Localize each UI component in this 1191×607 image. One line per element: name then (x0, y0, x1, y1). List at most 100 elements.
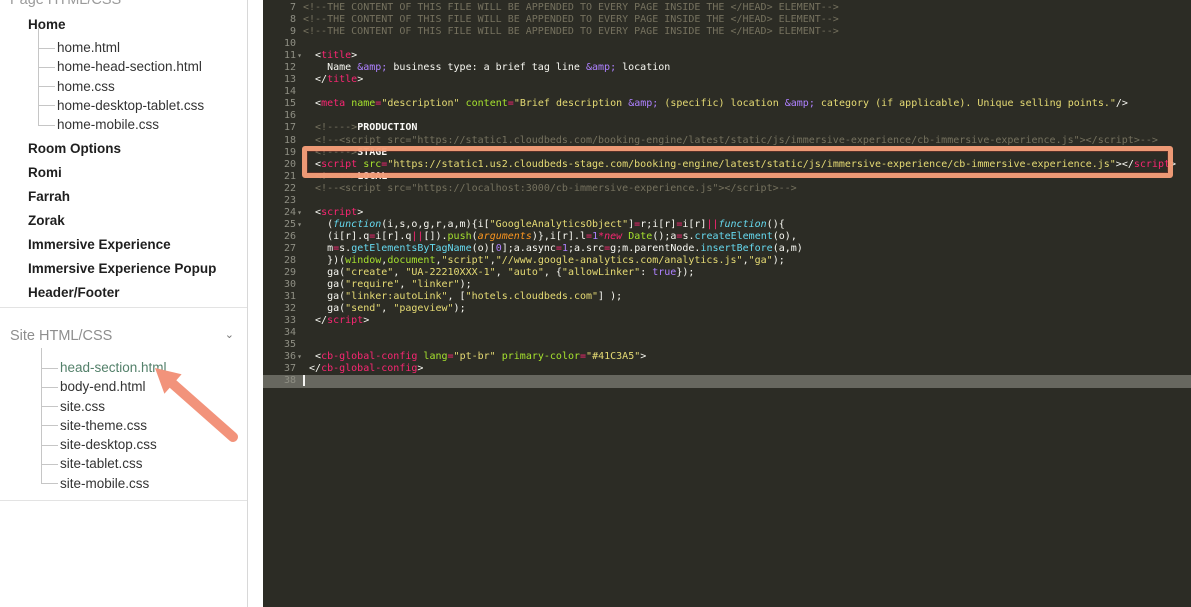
line-number: 29 (263, 267, 296, 279)
line-number: 16 (263, 110, 296, 122)
fold-spacer (296, 315, 303, 327)
code-line-18[interactable]: 18 <!--<script src="https://static1.clou… (263, 135, 1191, 147)
code-line-35[interactable]: 35 (263, 339, 1191, 351)
code-line-15[interactable]: 15 <meta name="description" content="Bri… (263, 98, 1191, 110)
fold-spacer (296, 86, 303, 98)
fold-spacer (296, 2, 303, 14)
code-text: })(window,document,"script","//www.googl… (303, 255, 785, 267)
sidebar-section-farrah[interactable]: Farrah (28, 190, 241, 204)
code-line-12[interactable]: 12 Name &amp; business type: a brief tag… (263, 62, 1191, 74)
sidebar-section-immersive-experience-popup[interactable]: Immersive Experience Popup (28, 262, 241, 276)
code-line-30[interactable]: 30 ga("require", "linker"); (263, 279, 1191, 291)
sidebar-section-romi[interactable]: Romi (28, 166, 241, 180)
fold-spacer (296, 327, 303, 339)
code-text: <!---->PRODUCTION (303, 122, 417, 134)
file-item-site-mobile-css[interactable]: site-mobile.css (60, 474, 167, 493)
code-text: <script src="https://static1.us2.cloudbe… (303, 159, 1176, 171)
code-line-26[interactable]: 26 (i[r].q=i[r].q||[]).push(arguments)},… (263, 231, 1191, 243)
fold-spacer (296, 267, 303, 279)
fold-spacer (296, 14, 303, 26)
file-item-body-end-html[interactable]: body-end.html (60, 377, 167, 396)
code-line-31[interactable]: 31 ga("linker:autoLink", ["hotels.cloudb… (263, 291, 1191, 303)
code-text: Name &amp; business type: a brief tag li… (303, 62, 670, 74)
code-text: <!--<script src="https://static1.cloudbe… (303, 135, 1158, 147)
sidebar-section-zorak[interactable]: Zorak (28, 214, 241, 228)
fold-spacer (296, 303, 303, 315)
fold-spacer (296, 375, 303, 387)
file-item-home-html[interactable]: home.html (57, 38, 241, 57)
line-number: 38 (263, 375, 296, 387)
fold-arrow-icon[interactable]: ▾ (296, 219, 303, 231)
fold-spacer (296, 339, 303, 351)
code-line-17[interactable]: 17 <!---->PRODUCTION (263, 122, 1191, 134)
code-line-29[interactable]: 29 ga("create", "UA-22210XXX-1", "auto",… (263, 267, 1191, 279)
code-line-13[interactable]: 13 </title> (263, 74, 1191, 86)
code-line-16[interactable]: 16 (263, 110, 1191, 122)
code-text: <script> (303, 207, 363, 219)
code-line-8[interactable]: 8<!--THE CONTENT OF THIS FILE WILL BE AP… (263, 14, 1191, 26)
code-line-32[interactable]: 32 ga("send", "pageview"); (263, 303, 1191, 315)
line-number: 7 (263, 2, 296, 14)
sidebar-section-immersive-experience[interactable]: Immersive Experience (28, 238, 241, 252)
code-text: <!---->LOCAL (303, 171, 387, 183)
fold-spacer (296, 231, 303, 243)
site-file-tree: head-section.htmlbody-end.htmlsite.csssi… (60, 358, 167, 493)
sidebar-divider-bottom (0, 500, 247, 501)
line-number: 25 (263, 219, 296, 231)
code-line-37[interactable]: 37 </cb-global-config> (263, 363, 1191, 375)
file-item-head-section-html[interactable]: head-section.html (60, 358, 167, 377)
file-item-home-head-section-html[interactable]: home-head-section.html (57, 57, 241, 76)
code-line-27[interactable]: 27 m=s.getElementsByTagName(o)[0];a.asyn… (263, 243, 1191, 255)
file-item-home-mobile-css[interactable]: home-mobile.css (57, 115, 241, 134)
line-number: 35 (263, 339, 296, 351)
file-item-home-css[interactable]: home.css (57, 77, 241, 96)
line-number: 34 (263, 327, 296, 339)
code-line-24[interactable]: 24▾ <script> (263, 207, 1191, 219)
code-line-23[interactable]: 23 (263, 195, 1191, 207)
code-text: <!--<script src="https://localhost:3000/… (303, 183, 797, 195)
sidebar-section-room-options[interactable]: Room Options (28, 142, 241, 156)
fold-spacer (296, 255, 303, 267)
fold-spacer (296, 98, 303, 110)
line-number: 36 (263, 351, 296, 363)
code-line-9[interactable]: 9<!--THE CONTENT OF THIS FILE WILL BE AP… (263, 26, 1191, 38)
code-line-22[interactable]: 22 <!--<script src="https://localhost:30… (263, 183, 1191, 195)
code-line-10[interactable]: 10 (263, 38, 1191, 50)
line-number: 37 (263, 363, 296, 375)
code-editor[interactable]: 7 <!--THE CONTENT OF THIS FILE WILL BE AP… (263, 0, 1191, 607)
code-line-33[interactable]: 33 </script> (263, 315, 1191, 327)
fold-arrow-icon[interactable]: ▾ (296, 50, 303, 62)
code-text: </script> (303, 315, 369, 327)
code-line-25[interactable]: 25▾ (function(i,s,o,g,r,a,m){i["GoogleAn… (263, 219, 1191, 231)
chevron-down-icon[interactable]: ⌄ (225, 330, 234, 340)
code-lines: 7 <!--THE CONTENT OF THIS FILE WILL BE AP… (263, 2, 1191, 388)
code-line-34[interactable]: 34 (263, 327, 1191, 339)
code-text: ga("require", "linker"); (303, 279, 472, 291)
sidebar-section-home[interactable]: Home (28, 18, 241, 32)
code-line-38[interactable]: 38 (263, 375, 1191, 387)
file-item-site-desktop-css[interactable]: site-desktop.css (60, 435, 167, 454)
code-line-20[interactable]: 20 <script src="https://static1.us2.clou… (263, 159, 1191, 171)
code-text: m=s.getElementsByTagName(o)[0];a.async=1… (303, 243, 803, 255)
file-item-home-desktop-tablet-css[interactable]: home-desktop-tablet.css (57, 96, 241, 115)
fold-arrow-icon[interactable]: ▾ (296, 207, 303, 219)
fold-arrow-icon[interactable]: ▾ (296, 351, 303, 363)
file-item-site-theme-css[interactable]: site-theme.css (60, 416, 167, 435)
code-line-14[interactable]: 14 (263, 86, 1191, 98)
code-line-36[interactable]: 36▾ <cb-global-config lang="pt-br" prima… (263, 351, 1191, 363)
code-line-21[interactable]: 21 <!---->LOCAL (263, 171, 1191, 183)
code-text: <!--THE CONTENT OF THIS FILE WILL BE APP… (303, 14, 839, 26)
line-number: 27 (263, 243, 296, 255)
sidebar-section-header-footer[interactable]: Header/Footer (28, 286, 241, 300)
code-text: <title> (303, 50, 357, 62)
file-item-site-tablet-css[interactable]: site-tablet.css (60, 454, 167, 473)
line-number: 30 (263, 279, 296, 291)
file-item-site-css[interactable]: site.css (60, 397, 167, 416)
code-line-7[interactable]: 7<!--THE CONTENT OF THIS FILE WILL BE AP… (263, 2, 1191, 14)
fold-spacer (296, 74, 303, 86)
line-number: 26 (263, 231, 296, 243)
code-line-11[interactable]: 11▾ <title> (263, 50, 1191, 62)
code-line-19[interactable]: 19 <!---->STAGE (263, 147, 1191, 159)
code-line-28[interactable]: 28 })(window,document,"script","//www.go… (263, 255, 1191, 267)
site-html-css-header[interactable]: Site HTML/CSS (10, 328, 238, 344)
